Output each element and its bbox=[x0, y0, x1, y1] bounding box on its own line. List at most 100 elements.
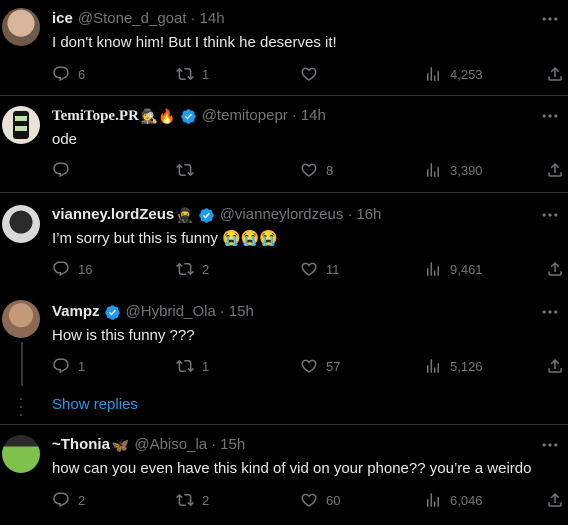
share-button[interactable] bbox=[546, 160, 564, 180]
separator: · bbox=[219, 303, 225, 320]
like-count: 11 bbox=[326, 261, 340, 277]
retweet-count: 2 bbox=[202, 261, 210, 277]
display-name[interactable]: ~Thonia bbox=[52, 435, 110, 455]
views-icon bbox=[424, 260, 442, 278]
retweet-icon bbox=[176, 491, 194, 509]
more-options-icon[interactable] bbox=[540, 9, 560, 29]
more-options-icon[interactable] bbox=[540, 435, 560, 455]
like-icon bbox=[300, 161, 318, 179]
reply-button[interactable]: 1 bbox=[52, 356, 85, 376]
verified-badge-icon[interactable] bbox=[198, 207, 215, 224]
user-handle[interactable]: @Stone_d_goat bbox=[78, 9, 187, 29]
tweet-text: ode bbox=[52, 131, 78, 148]
share-icon bbox=[546, 491, 564, 509]
like-icon bbox=[300, 260, 318, 278]
user-handle[interactable]: @Abiso_la bbox=[134, 435, 207, 455]
share-button[interactable] bbox=[546, 259, 564, 279]
like-button[interactable] bbox=[300, 64, 326, 84]
timestamp[interactable]: 15h bbox=[229, 302, 254, 322]
avatar[interactable] bbox=[2, 435, 40, 473]
retweet-icon bbox=[176, 65, 194, 83]
retweet-button[interactable]: 2 bbox=[176, 490, 209, 510]
display-name[interactable]: Vampz bbox=[52, 302, 100, 322]
tweet-text: how can you even have this kind of vid o… bbox=[52, 460, 532, 477]
more-options-icon[interactable] bbox=[540, 302, 560, 322]
more-options-icon[interactable] bbox=[540, 106, 560, 126]
name-emoji: 🕵🔥 bbox=[140, 108, 176, 124]
like-count: 8 bbox=[326, 162, 334, 178]
reply-button[interactable]: 16 bbox=[52, 259, 92, 279]
user-handle[interactable]: @temitopepr bbox=[202, 106, 288, 126]
views-icon bbox=[424, 491, 442, 509]
display-name[interactable]: TemiTope.PR bbox=[52, 106, 139, 126]
view-count: 4,253 bbox=[450, 66, 483, 82]
view-count: 9,461 bbox=[450, 261, 483, 277]
reply-button[interactable]: 6 bbox=[52, 64, 85, 84]
show-replies-link[interactable]: Show replies bbox=[52, 396, 138, 413]
verified-badge-icon[interactable] bbox=[180, 108, 197, 125]
user-handle[interactable]: @Hybrid_Ola bbox=[126, 302, 216, 322]
retweet-count: 2 bbox=[202, 492, 210, 508]
more-options-icon[interactable] bbox=[540, 205, 560, 225]
reply-count: 1 bbox=[78, 358, 86, 374]
views-button[interactable]: 4,253 bbox=[424, 64, 483, 84]
reply-button[interactable]: 2 bbox=[52, 490, 85, 510]
retweet-icon bbox=[176, 260, 194, 278]
reply-icon bbox=[52, 161, 70, 179]
like-icon bbox=[300, 357, 318, 375]
avatar[interactable] bbox=[2, 205, 40, 243]
thread-dots-icon bbox=[19, 397, 23, 417]
separator: · bbox=[347, 206, 353, 223]
share-icon bbox=[546, 161, 564, 179]
name-emoji: 🥷 bbox=[176, 207, 194, 223]
like-button[interactable]: 60 bbox=[300, 490, 340, 510]
view-count: 6,046 bbox=[450, 492, 483, 508]
avatar[interactable] bbox=[2, 106, 40, 144]
verified-badge-icon[interactable] bbox=[104, 304, 121, 321]
timestamp[interactable]: 16h bbox=[356, 205, 381, 225]
share-button[interactable] bbox=[546, 64, 564, 84]
reply-icon bbox=[52, 491, 70, 509]
separator: · bbox=[190, 10, 196, 27]
views-button[interactable]: 6,046 bbox=[424, 490, 483, 510]
divider bbox=[0, 95, 568, 96]
thread-line bbox=[21, 342, 23, 386]
view-count: 3,390 bbox=[450, 162, 483, 178]
views-button[interactable]: 5,126 bbox=[424, 356, 483, 376]
retweet-button[interactable]: 1 bbox=[176, 356, 209, 376]
avatar[interactable] bbox=[2, 8, 40, 46]
retweet-button[interactable] bbox=[176, 160, 202, 180]
share-button[interactable] bbox=[546, 356, 564, 376]
display-name[interactable]: ice bbox=[52, 9, 73, 29]
timestamp[interactable]: 14h bbox=[200, 9, 225, 29]
share-icon bbox=[546, 357, 564, 375]
tweet-text: I’m sorry but this is funny 😭😭😭 bbox=[52, 230, 279, 247]
retweet-icon bbox=[176, 161, 194, 179]
retweet-button[interactable]: 1 bbox=[176, 64, 209, 84]
timestamp[interactable]: 14h bbox=[301, 106, 326, 126]
reply-icon bbox=[52, 357, 70, 375]
views-icon bbox=[424, 161, 442, 179]
reply-count: 2 bbox=[78, 492, 86, 508]
avatar[interactable] bbox=[2, 300, 40, 338]
retweet-button[interactable]: 2 bbox=[176, 259, 209, 279]
reply-icon bbox=[52, 260, 70, 278]
views-button[interactable]: 9,461 bbox=[424, 259, 483, 279]
tweet-text: How is this funny ??? bbox=[52, 327, 195, 344]
like-button[interactable]: 57 bbox=[300, 356, 340, 376]
like-button[interactable]: 8 bbox=[300, 160, 333, 180]
timestamp[interactable]: 15h bbox=[220, 435, 245, 455]
share-icon bbox=[546, 260, 564, 278]
retweet-icon bbox=[176, 357, 194, 375]
separator: · bbox=[291, 107, 297, 124]
like-count: 60 bbox=[326, 492, 341, 508]
display-name[interactable]: vianney.lordZeus bbox=[52, 205, 174, 225]
retweet-count: 1 bbox=[202, 358, 210, 374]
reply-button[interactable] bbox=[52, 160, 78, 180]
divider bbox=[0, 424, 568, 425]
user-handle[interactable]: @vianneylordzeus bbox=[220, 205, 344, 225]
share-button[interactable] bbox=[546, 490, 564, 510]
like-icon bbox=[300, 491, 318, 509]
views-button[interactable]: 3,390 bbox=[424, 160, 483, 180]
like-button[interactable]: 11 bbox=[300, 259, 340, 279]
